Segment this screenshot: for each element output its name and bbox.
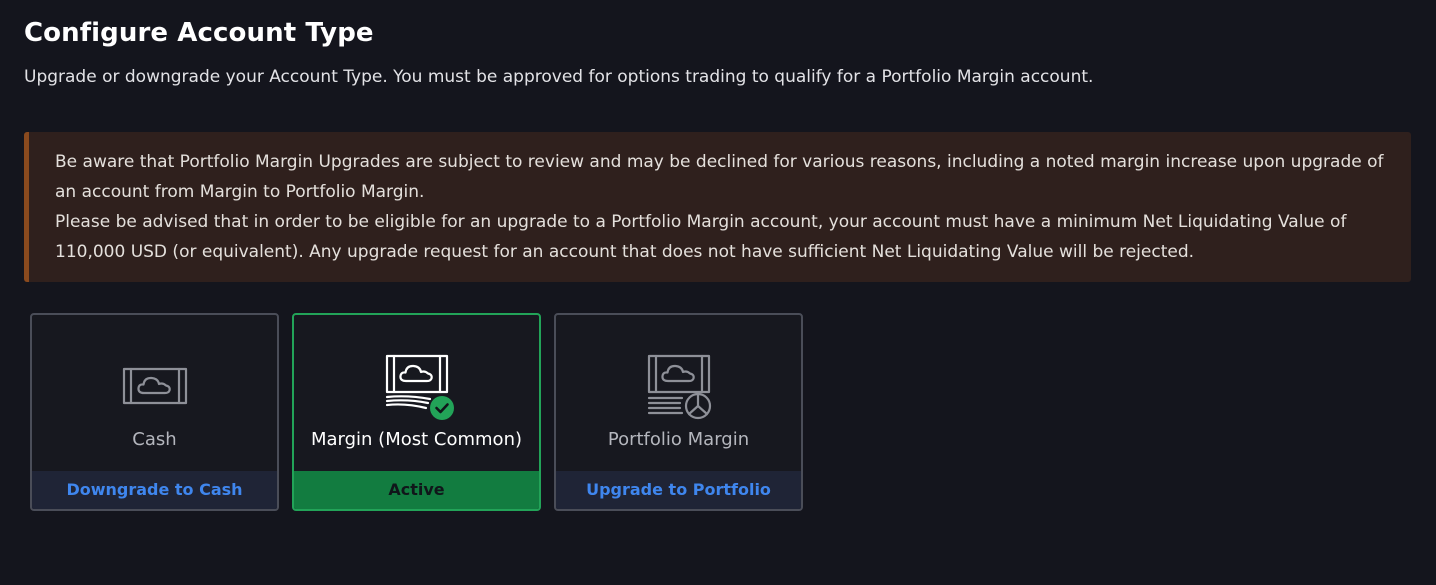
upgrade-to-portfolio-margin-button[interactable]: Upgrade to Portfolio Margin bbox=[556, 471, 801, 509]
page-subtitle: Upgrade or downgrade your Account Type. … bbox=[24, 67, 1094, 87]
page-title: Configure Account Type bbox=[24, 18, 374, 48]
check-icon bbox=[429, 396, 454, 420]
margin-icon bbox=[294, 353, 539, 420]
account-type-cards: Cash Downgrade to Cash Margin (Most Comm… bbox=[30, 313, 803, 511]
account-type-card-margin[interactable]: Margin (Most Common) Active bbox=[292, 313, 541, 511]
account-type-label: Portfolio Margin bbox=[607, 429, 750, 450]
configure-account-type-page: Configure Account Type Upgrade or downgr… bbox=[0, 0, 1436, 585]
account-type-card-cash[interactable]: Cash Downgrade to Cash bbox=[30, 313, 279, 511]
downgrade-to-cash-button[interactable]: Downgrade to Cash bbox=[32, 471, 277, 509]
account-type-card-portfolio-margin[interactable]: Portfolio Margin Upgrade to Portfolio Ma… bbox=[554, 313, 803, 511]
account-type-label: Margin (Most Common) bbox=[310, 429, 523, 450]
warning-paragraph-eligibility: Please be advised that in order to be el… bbox=[55, 212, 1347, 262]
warning-paragraph-review: Be aware that Portfolio Margin Upgrades … bbox=[55, 152, 1384, 202]
portfolio-margin-icon bbox=[556, 353, 801, 420]
account-type-label: Cash bbox=[132, 429, 177, 450]
portfolio-margin-warning: Be aware that Portfolio Margin Upgrades … bbox=[24, 132, 1411, 282]
active-status: Active bbox=[294, 471, 539, 509]
cash-icon bbox=[32, 353, 277, 419]
